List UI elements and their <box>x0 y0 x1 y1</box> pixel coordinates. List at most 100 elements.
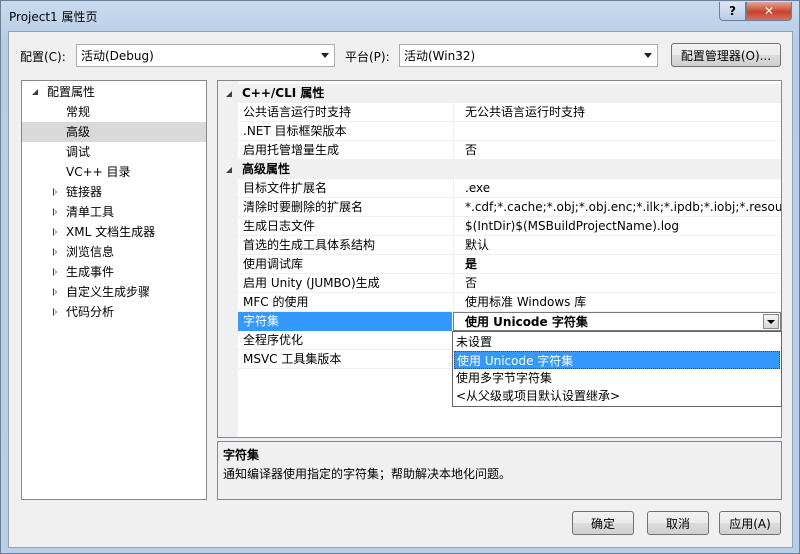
property-value[interactable]: .exe <box>453 179 781 198</box>
tree-item-xml-doc-generator[interactable]: XML 文档生成器 <box>22 222 206 242</box>
property-row[interactable]: 启用 Unity (JUMBO)生成 否 <box>238 274 781 293</box>
property-value[interactable]: 无公共语言运行时支持 <box>453 103 781 122</box>
property-row[interactable]: 目标文件扩展名 .exe <box>238 179 781 198</box>
collapsed-arrow-icon[interactable] <box>53 308 57 316</box>
dropdown-option[interactable]: <从父级或项目默认设置继承> <box>454 387 780 405</box>
collapsed-arrow-icon[interactable] <box>53 248 57 256</box>
chevron-down-icon <box>644 53 652 58</box>
tree-item-label: VC++ 目录 <box>66 165 131 179</box>
tree-item-label: 代码分析 <box>66 305 115 319</box>
tree-item-custom-build-step[interactable]: 自定义生成步骤 <box>22 282 206 302</box>
property-name: 启用 Unity (JUMBO)生成 <box>243 276 380 290</box>
description-title: 字符集 <box>223 448 260 462</box>
expanded-arrow-icon <box>32 89 38 95</box>
property-name: 公共语言运行时支持 <box>243 105 352 119</box>
collapsed-arrow-icon[interactable] <box>53 188 57 196</box>
config-label: 配置(C): <box>20 50 66 64</box>
tree-item-label: 生成事件 <box>66 265 115 279</box>
tree-item-label: 高级 <box>66 125 91 139</box>
property-name: 启用托管增量生成 <box>243 143 340 157</box>
config-combo-value: 活动(Debug) <box>81 49 154 63</box>
cancel-button[interactable]: 取消 <box>647 511 709 535</box>
tree-item-label: 常规 <box>66 105 91 119</box>
tree-item-vc-directories[interactable]: VC++ 目录 <box>22 162 206 182</box>
property-row[interactable]: 清除时要删除的扩展名 *.cdf;*.cache;*.obj;*.obj.enc… <box>238 198 781 217</box>
title-bar[interactable]: Project1 属性页 ? ✕ <box>1 1 799 31</box>
tree-item-label: 自定义生成步骤 <box>66 285 151 299</box>
help-button[interactable]: ? <box>719 2 746 21</box>
property-name: 使用调试库 <box>243 257 304 271</box>
grid-gutter <box>218 81 238 437</box>
property-row[interactable]: 启用托管增量生成 否 <box>238 141 781 160</box>
tree-item-general[interactable]: 常规 <box>22 102 206 122</box>
description-pane: 字符集 通知编译器使用指定的字符集；帮助解决本地化问题。 <box>217 441 782 500</box>
collapsed-arrow-icon[interactable] <box>53 228 57 236</box>
tree-item-linker[interactable]: 链接器 <box>22 182 206 202</box>
property-name: 生成日志文件 <box>243 219 316 233</box>
property-value[interactable]: 默认 <box>453 236 781 255</box>
window-title: Project1 属性页 <box>9 10 98 24</box>
tree-item-code-analysis[interactable]: 代码分析 <box>22 302 206 322</box>
tree-item-build-events[interactable]: 生成事件 <box>22 262 206 282</box>
category-advanced-properties[interactable]: 高级属性 <box>218 160 781 179</box>
config-manager-button[interactable]: 配置管理器(O)... <box>671 43 781 67</box>
property-value[interactable]: 是 <box>453 255 781 274</box>
dropdown-option-selected[interactable]: 使用 Unicode 字符集 <box>454 351 780 369</box>
property-name: MFC 的使用 <box>243 295 309 309</box>
character-set-combo[interactable]: 使用 Unicode 字符集 <box>453 312 781 331</box>
tree-item-label: 链接器 <box>66 185 103 199</box>
tree-item-label: 清单工具 <box>66 205 115 219</box>
tree-item-label: 浏览信息 <box>66 245 115 259</box>
property-value[interactable]: 否 <box>453 274 781 293</box>
property-name: 首选的生成工具体系结构 <box>243 238 376 252</box>
property-row[interactable]: MFC 的使用 使用标准 Windows 库 <box>238 293 781 312</box>
property-value[interactable]: 否 <box>453 141 781 160</box>
collapsed-arrow-icon[interactable] <box>53 268 57 276</box>
property-name: 字符集 <box>238 312 452 331</box>
property-value[interactable]: *.cdf;*.cache;*.obj;*.obj.enc;*.ilk;*.ip… <box>453 198 781 217</box>
ok-button[interactable]: 确定 <box>572 511 634 535</box>
collapsed-arrow-icon[interactable] <box>53 288 57 296</box>
apply-button[interactable]: 应用(A) <box>719 511 781 535</box>
expanded-arrow-icon[interactable] <box>226 167 232 173</box>
property-pages-window: Project1 属性页 ? ✕ 配置(C): 活动(Debug) 平台(P):… <box>0 0 800 554</box>
property-tree: 配置属性 常规 高级 调试 VC++ 目录 链接器 清单工具 XML 文档生成器… <box>21 80 207 500</box>
property-row[interactable]: 生成日志文件 $(IntDir)$(MSBuildProjectName).lo… <box>238 217 781 236</box>
dropdown-option[interactable]: 未设置 <box>454 333 780 351</box>
expanded-arrow-icon[interactable] <box>226 91 232 97</box>
dropdown-option[interactable]: 使用多字节字符集 <box>454 369 780 387</box>
property-value[interactable]: 使用标准 Windows 库 <box>453 293 781 312</box>
chevron-down-icon[interactable] <box>763 314 779 329</box>
dialog-client-area: 配置(C): 活动(Debug) 平台(P): 活动(Win32) 配置管理器(… <box>8 31 793 548</box>
platform-combo[interactable]: 活动(Win32) <box>399 44 658 67</box>
tree-item-root[interactable]: 配置属性 <box>22 82 206 102</box>
tree-item-browse-info[interactable]: 浏览信息 <box>22 242 206 262</box>
category-cli-properties[interactable]: C++/CLI 属性 <box>218 84 781 103</box>
property-row-character-set[interactable]: 字符集 使用 Unicode 字符集 <box>238 312 781 331</box>
description-text: 通知编译器使用指定的字符集；帮助解决本地化问题。 <box>223 467 512 481</box>
property-row[interactable]: 使用调试库 是 <box>238 255 781 274</box>
config-combo[interactable]: 活动(Debug) <box>76 44 335 67</box>
property-value[interactable]: $(IntDir)$(MSBuildProjectName).log <box>453 217 781 236</box>
collapsed-arrow-icon[interactable] <box>53 208 57 216</box>
property-row[interactable]: .NET 目标框架版本 <box>238 122 781 141</box>
category-label: C++/CLI 属性 <box>242 86 325 100</box>
property-row[interactable]: 公共语言运行时支持 无公共语言运行时支持 <box>238 103 781 122</box>
property-row[interactable]: 首选的生成工具体系结构 默认 <box>238 236 781 255</box>
property-name: MSVC 工具集版本 <box>243 352 342 366</box>
property-name: 清除时要删除的扩展名 <box>243 200 364 214</box>
property-name: 全程序优化 <box>243 333 304 347</box>
close-button[interactable]: ✕ <box>746 2 792 21</box>
platform-combo-value: 活动(Win32) <box>404 49 476 63</box>
chevron-down-icon <box>321 53 329 58</box>
property-name: 目标文件扩展名 <box>243 181 328 195</box>
platform-label: 平台(P): <box>345 50 390 64</box>
character-set-dropdown-list: 未设置 使用 Unicode 字符集 使用多字节字符集 <从父级或项目默认设置继… <box>452 331 782 407</box>
tree-item-debugging[interactable]: 调试 <box>22 142 206 162</box>
tree-item-advanced[interactable]: 高级 <box>22 122 206 142</box>
tree-item-manifest-tool[interactable]: 清单工具 <box>22 202 206 222</box>
character-set-value: 使用 Unicode 字符集 <box>465 315 588 329</box>
property-name: .NET 目标框架版本 <box>243 124 347 138</box>
property-value[interactable] <box>453 122 781 141</box>
tree-item-label: 调试 <box>66 145 91 159</box>
